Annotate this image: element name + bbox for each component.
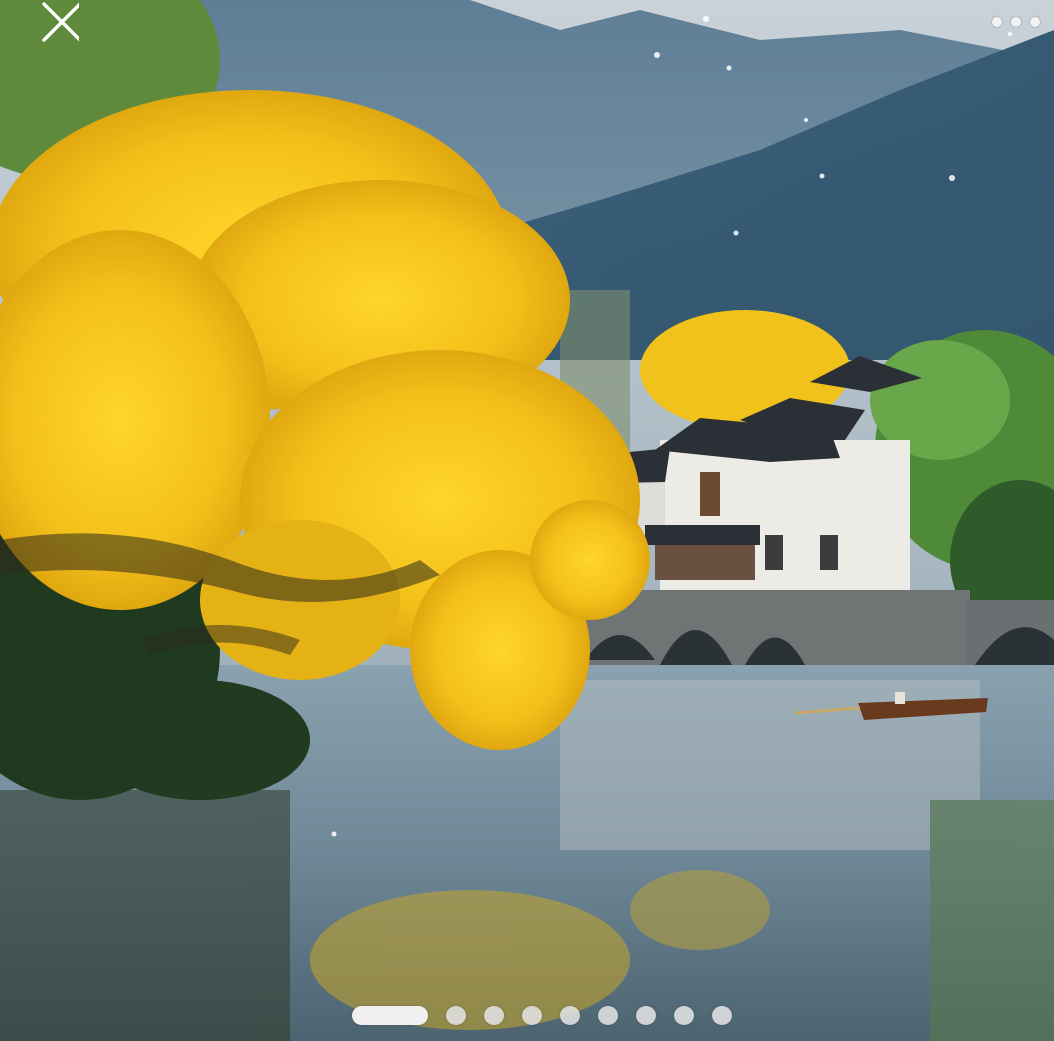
page-dot[interactable] [674,1005,694,1025]
page-dot[interactable] [446,1005,466,1025]
close-button[interactable] [30,0,84,44]
more-options-button[interactable] [984,8,1048,36]
page-dot-active[interactable] [352,1005,428,1025]
page-dot[interactable] [484,1005,504,1025]
page-dot[interactable] [636,1005,656,1025]
page-dot[interactable] [712,1005,732,1025]
close-icon [42,2,79,42]
more-dots-icon [1030,17,1040,27]
page-dot[interactable] [598,1005,618,1025]
page-indicator [352,1005,732,1025]
page-dot[interactable] [522,1005,542,1025]
more-dots-icon [992,17,1002,27]
more-dots-icon [1011,17,1021,27]
page-dot[interactable] [560,1005,580,1025]
image-viewer[interactable] [0,0,1054,1041]
stone-bridge [565,590,1054,670]
photo-canvas [0,0,1054,1041]
